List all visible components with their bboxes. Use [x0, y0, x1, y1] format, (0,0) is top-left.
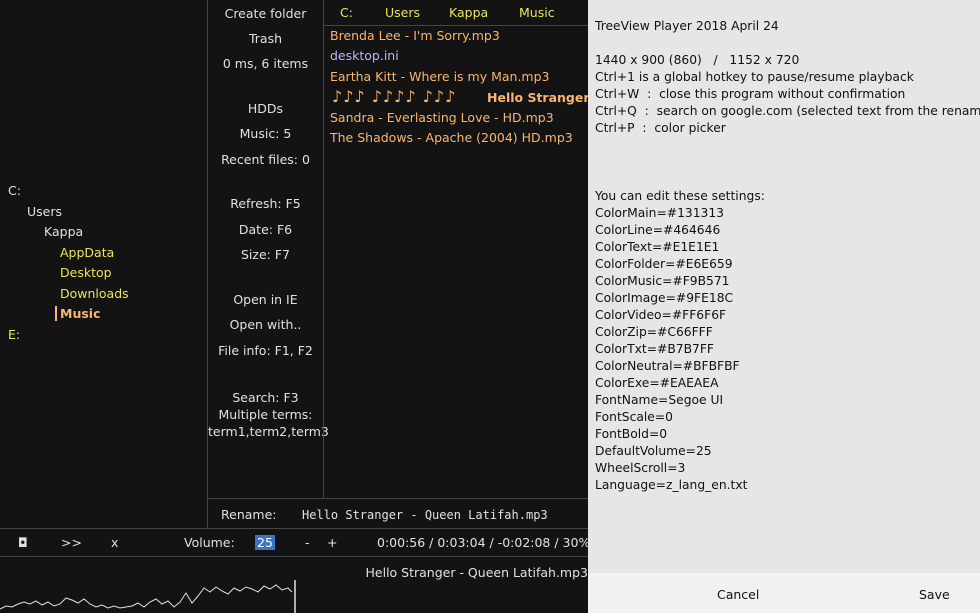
- settings-line: [595, 35, 980, 52]
- settings-line: ColorFolder=#E6E659: [595, 257, 733, 271]
- file-info-button[interactable]: File info: F1, F2: [208, 342, 323, 359]
- settings-line: Language=z_lang_en.txt: [595, 478, 748, 492]
- tree-node-c-drive[interactable]: C:: [8, 183, 21, 198]
- now-playing-title: Hello Stranger - Queen Latifah.mp3: [365, 565, 589, 580]
- sort-date-button[interactable]: Date: F6: [208, 221, 323, 238]
- settings-line: ColorLine=#464646: [595, 223, 721, 237]
- settings-line: ColorMusic=#F9B571: [595, 274, 730, 288]
- tree-node-appdata[interactable]: AppData: [60, 245, 114, 260]
- breadcrumb-music[interactable]: Music: [519, 5, 555, 20]
- volume-value[interactable]: 25: [255, 535, 275, 550]
- status-timing: 0 ms, 6 items: [222, 56, 309, 71]
- breadcrumb-c[interactable]: C:: [340, 5, 353, 20]
- settings-line: FontName=Segoe UI: [595, 393, 724, 407]
- folder-tree: C: Users Kappa AppData Desktop Downloads…: [0, 0, 207, 528]
- settings-line: [595, 137, 980, 154]
- file-row-playing[interactable]: Hello Stranger - Queen Latifah.mp3: [487, 90, 588, 105]
- tree-node-e-drive[interactable]: E:: [8, 327, 20, 342]
- breadcrumb-kappa[interactable]: Kappa: [449, 5, 488, 20]
- tree-node-music[interactable]: Music: [55, 306, 100, 321]
- cancel-button[interactable]: Cancel: [717, 587, 759, 602]
- settings-line: ColorText=#E1E1E1: [595, 240, 720, 254]
- tree-node-desktop[interactable]: Desktop: [60, 265, 112, 280]
- divider-rename: [208, 498, 588, 499]
- time-readout: 0:00:56 / 0:03:04 / -0:02:08 / 30%: [377, 535, 591, 550]
- settings-text[interactable]: TreeView Player 2018 April 24 1440 x 900 …: [595, 18, 980, 494]
- file-row[interactable]: Brenda Lee - I'm Sorry.mp3: [330, 28, 500, 43]
- settings-line: [595, 171, 980, 188]
- breadcrumb: C: Users Kappa Music: [324, 0, 588, 26]
- settings-line: 1440 x 900 (860) / 1152 x 720: [595, 53, 800, 67]
- settings-line: Ctrl+Q : search on google.com (selected …: [595, 104, 980, 118]
- refresh-button[interactable]: Refresh: F5: [208, 195, 323, 212]
- sort-size-button[interactable]: Size: F7: [208, 246, 323, 263]
- rename-input[interactable]: [302, 506, 588, 524]
- settings-panel: TreeView Player 2018 April 24 1440 x 900 …: [588, 0, 980, 613]
- file-row[interactable]: desktop.ini: [330, 48, 399, 63]
- settings-line: ColorExe=#EAEAEA: [595, 376, 719, 390]
- tree-node-downloads[interactable]: Downloads: [60, 286, 129, 301]
- waveform-seek-bar[interactable]: [0, 580, 588, 613]
- settings-line: ColorMain=#131313: [595, 206, 725, 220]
- tree-node-kappa[interactable]: Kappa: [44, 224, 83, 239]
- panel-footer: Cancel Save: [588, 573, 980, 613]
- settings-line: ColorImage=#9FE18C: [595, 291, 734, 305]
- settings-line: WheelScroll=3: [595, 461, 686, 475]
- file-row[interactable]: Sandra - Everlasting Love - HD.mp3: [330, 110, 554, 125]
- settings-line: ColorTxt=#B7B7FF: [595, 342, 714, 356]
- tree-node-users[interactable]: Users: [27, 204, 62, 219]
- settings-line: ColorNeutral=#BFBFBF: [595, 359, 740, 373]
- volume-up-button[interactable]: +: [327, 535, 337, 550]
- file-row[interactable]: The Shadows - Apache (2004) HD.mp3: [330, 130, 573, 145]
- volume-down-button[interactable]: -: [305, 535, 310, 550]
- open-with-button[interactable]: Open with..: [208, 316, 323, 333]
- command-column: Create folder Trash 0 ms, 6 items HDDs M…: [208, 0, 329, 498]
- next-button[interactable]: >>: [61, 535, 82, 550]
- music-count-button[interactable]: Music: 5: [208, 125, 323, 142]
- settings-line: Ctrl+W : close this program without conf…: [595, 87, 906, 101]
- volume-label: Volume:: [184, 535, 235, 550]
- file-list-pane: C: Users Kappa Music Brenda Lee - I'm So…: [324, 0, 588, 498]
- breadcrumb-users[interactable]: Users: [385, 5, 420, 20]
- save-button[interactable]: Save: [919, 587, 950, 602]
- close-button[interactable]: x: [111, 535, 118, 550]
- settings-line: ColorVideo=#FF6F6F: [595, 308, 727, 322]
- settings-line: DefaultVolume=25: [595, 444, 712, 458]
- settings-line: [595, 154, 980, 171]
- file-row[interactable]: Eartha Kitt - Where is my Man.mp3: [330, 69, 550, 84]
- recent-files-button[interactable]: Recent files: 0: [208, 151, 323, 168]
- hdds-button[interactable]: HDDs: [208, 100, 323, 117]
- settings-line: ColorZip=#C66FFF: [595, 325, 713, 339]
- settings-line: FontScale=0: [595, 410, 673, 424]
- search-button[interactable]: Search: F3 Multiple terms: term1,term2,t…: [208, 389, 329, 440]
- playing-notes-icon: ♪♪♪ ♪♪♪♪ ♪♪♪: [332, 87, 457, 106]
- settings-line: FontBold=0: [595, 427, 668, 441]
- create-folder-button[interactable]: Create folder: [208, 5, 323, 22]
- settings-line: TreeView Player 2018 April 24: [595, 19, 779, 33]
- open-in-ie-button[interactable]: Open in IE: [208, 291, 323, 308]
- settings-line: Ctrl+1 is a global hotkey to pause/resum…: [595, 70, 914, 84]
- volume-value-text: 25: [255, 535, 275, 550]
- divider-nowplaying: [0, 556, 588, 557]
- settings-line: Ctrl+P : color picker: [595, 121, 726, 135]
- divider-controls: [0, 528, 588, 529]
- trash-button[interactable]: Trash: [208, 30, 323, 47]
- settings-line: You can edit these settings:: [595, 189, 765, 203]
- stop-button[interactable]: ◘: [18, 535, 28, 550]
- rename-label: Rename:: [221, 507, 277, 522]
